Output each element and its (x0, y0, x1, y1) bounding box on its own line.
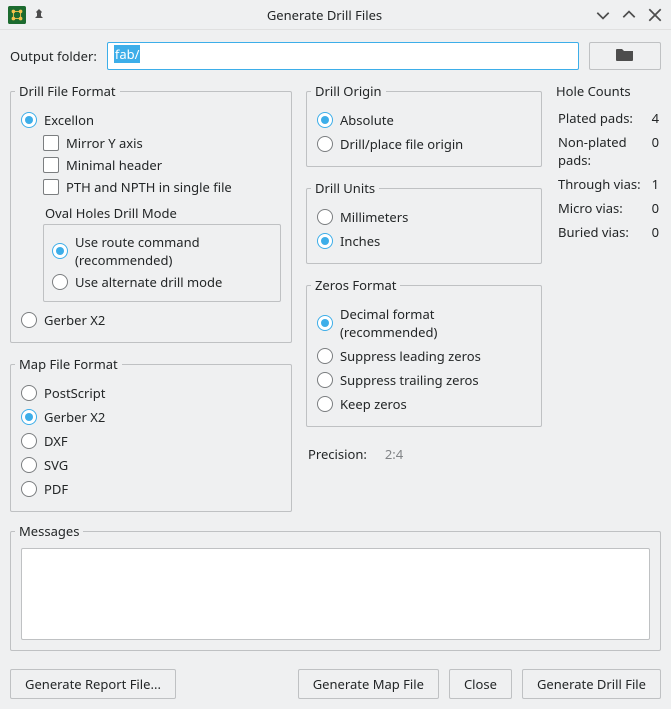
count-plated: Plated pads:4 (556, 106, 661, 130)
window-title: Generate Drill Files (54, 6, 595, 24)
folder-icon (616, 47, 634, 65)
zeros-format-group: Zeros Format Decimal format (recommended… (306, 276, 542, 427)
drill-file-format-group: Drill File Format Excellon Mirror Y axis… (10, 82, 292, 343)
radio-icon (317, 315, 333, 331)
oval-holes-group: Use route command (recommended) Use alte… (43, 224, 281, 302)
radio-absolute[interactable]: Absolute (317, 108, 531, 132)
generate-map-button[interactable]: Generate Map File (298, 669, 439, 699)
radio-oval-alt[interactable]: Use alternate drill mode (52, 271, 272, 293)
drill-origin-legend: Drill Origin (311, 82, 386, 100)
app-icon (8, 6, 26, 24)
generate-report-button[interactable]: Generate Report File... (10, 669, 176, 699)
radio-icon (317, 396, 333, 412)
radio-decimal[interactable]: Decimal format (recommended) (317, 302, 531, 344)
precision-value: 2:4 (385, 445, 403, 463)
checkbox-icon (43, 179, 59, 195)
messages-legend: Messages (15, 522, 83, 540)
minimize-icon[interactable] (595, 7, 611, 23)
radio-keep-zeros[interactable]: Keep zeros (317, 392, 531, 416)
radio-icon (317, 112, 333, 128)
radio-icon (21, 409, 37, 425)
dialog-content: Output folder: fab/ Drill File Format Ex… (0, 30, 671, 659)
radio-icon (317, 372, 333, 388)
checkbox-icon (43, 157, 59, 173)
radio-suppress-trailing[interactable]: Suppress trailing zeros (317, 368, 531, 392)
check-minimal-header[interactable]: Minimal header (43, 154, 281, 176)
radio-postscript[interactable]: PostScript (21, 381, 281, 405)
radio-gerber-x2-map[interactable]: Gerber X2 (21, 405, 281, 429)
drill-units-group: Drill Units Millimeters Inches (306, 179, 542, 264)
radio-icon (21, 481, 37, 497)
output-row: Output folder: fab/ (10, 42, 661, 70)
radio-inches[interactable]: Inches (317, 229, 531, 253)
close-button[interactable]: Close (449, 669, 512, 699)
generate-drill-button[interactable]: Generate Drill File (522, 669, 661, 699)
check-pth-npth[interactable]: PTH and NPTH in single file (43, 176, 281, 198)
checkbox-icon (43, 135, 59, 151)
hole-counts-legend: Hole Counts (556, 82, 661, 100)
radio-gerber-x2-drill[interactable]: Gerber X2 (21, 308, 281, 332)
radio-drill-place-origin[interactable]: Drill/place file origin (317, 132, 531, 156)
radio-icon (317, 209, 333, 225)
drill-units-legend: Drill Units (311, 179, 379, 197)
radio-dxf[interactable]: DXF (21, 429, 281, 453)
zeros-format-legend: Zeros Format (311, 276, 400, 294)
map-file-format-legend: Map File Format (15, 355, 122, 373)
radio-svg[interactable]: SVG (21, 453, 281, 477)
maximize-icon[interactable] (621, 7, 637, 23)
radio-icon (317, 348, 333, 364)
radio-icon (21, 385, 37, 401)
radio-icon (21, 457, 37, 473)
radio-excellon[interactable]: Excellon (21, 108, 281, 132)
output-folder-input[interactable]: fab/ (107, 42, 579, 70)
radio-icon (21, 433, 37, 449)
drill-file-format-legend: Drill File Format (15, 82, 120, 100)
count-micro: Micro vias:0 (556, 196, 661, 220)
oval-holes-title: Oval Holes Drill Mode (45, 204, 281, 222)
messages-textarea[interactable] (21, 548, 650, 640)
output-folder-label: Output folder: (10, 47, 97, 65)
close-icon[interactable] (647, 7, 663, 23)
count-nonplated: Non-plated pads:0 (556, 130, 661, 172)
titlebar: Generate Drill Files (0, 0, 671, 30)
radio-icon (21, 112, 37, 128)
radio-icon (52, 274, 68, 290)
radio-icon (317, 136, 333, 152)
pin-icon[interactable] (32, 8, 46, 22)
radio-icon (21, 312, 37, 328)
radio-oval-route[interactable]: Use route command (recommended) (52, 231, 272, 271)
drill-origin-group: Drill Origin Absolute Drill/place file o… (306, 82, 542, 167)
precision-row: Precision: 2:4 (306, 439, 542, 469)
count-through: Through vias:1 (556, 172, 661, 196)
count-buried: Buried vias:0 (556, 220, 661, 244)
map-file-format-group: Map File Format PostScript Gerber X2 DXF… (10, 355, 292, 512)
radio-suppress-leading[interactable]: Suppress leading zeros (317, 344, 531, 368)
check-mirror-y[interactable]: Mirror Y axis (43, 132, 281, 154)
radio-icon (52, 243, 68, 259)
hole-counts-group: Hole Counts Plated pads:4 Non-plated pad… (556, 82, 661, 244)
radio-icon (317, 233, 333, 249)
precision-label: Precision: (308, 445, 367, 463)
window-controls (595, 7, 663, 23)
footer: Generate Report File... Generate Map Fil… (0, 659, 671, 709)
radio-pdf[interactable]: PDF (21, 477, 281, 501)
browse-button[interactable] (589, 42, 661, 70)
radio-millimeters[interactable]: Millimeters (317, 205, 531, 229)
